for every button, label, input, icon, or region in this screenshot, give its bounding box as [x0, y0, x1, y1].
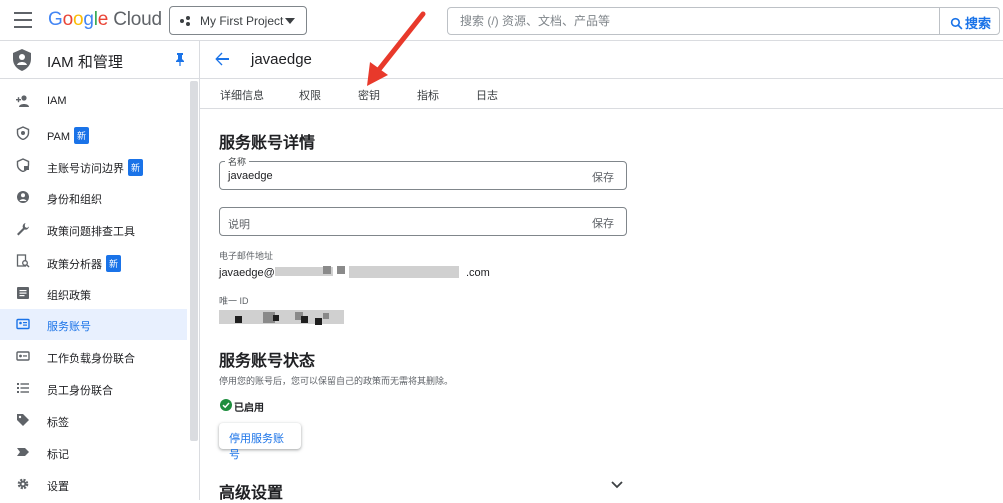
sidebar-item-label: PAM 新: [47, 127, 90, 144]
page-header: javaedge: [200, 41, 1003, 79]
section-title-details: 服务账号详情: [219, 135, 316, 152]
sidebar-item-settings[interactable]: 设置: [0, 469, 187, 500]
back-arrow-icon[interactable]: [214, 51, 230, 67]
page-title: javaedge: [251, 51, 312, 68]
sidebar-item-label: 标签: [47, 417, 69, 429]
sidebar-item-workforce-identity[interactable]: 员工身份联合: [0, 373, 187, 404]
sidebar-scrollbar[interactable]: [190, 81, 198, 441]
wrench-icon: [17, 223, 29, 236]
service-account-icon: [16, 318, 30, 330]
name-field-label: 名称: [225, 155, 250, 168]
sidebar-item-identity-org[interactable]: 身份和组织: [0, 182, 187, 213]
dropdown-caret-icon: [285, 18, 295, 24]
new-badge: 新: [128, 159, 144, 176]
email-label: 电子邮件地址: [219, 251, 274, 261]
shield-icon: [16, 126, 30, 140]
label-icon: [17, 448, 29, 456]
sidebar-item-label: 工作负载身份联合: [47, 353, 135, 365]
sidebar-item-label: 政策分析器新: [47, 255, 122, 272]
unique-id-label: 唯一 ID: [219, 296, 249, 306]
sidebar-item-label: 设置: [47, 481, 69, 493]
sidebar-item-label: 主账号访问边界新: [47, 159, 144, 176]
document-search-icon: [16, 254, 30, 268]
tab-logs[interactable]: 日志: [476, 87, 498, 103]
project-name: My First Project: [200, 14, 284, 28]
sidebar-item-policy-troubleshooter[interactable]: 政策问题排查工具: [0, 214, 187, 245]
sidebar-item-label: 政策问题排查工具: [47, 226, 135, 238]
save-name-button[interactable]: 保存: [592, 169, 614, 185]
search-box: 搜索: [447, 7, 1000, 35]
tab-bar: 详细信息 权限 密钥 指标 日志: [200, 79, 1003, 109]
description-placeholder: 说明: [228, 219, 250, 231]
save-description-button[interactable]: 保存: [592, 215, 614, 231]
new-badge: 新: [106, 255, 122, 272]
sidebar-item-label: 服务账号: [47, 321, 91, 333]
sidebar-item-service-accounts[interactable]: 服务账号: [0, 309, 187, 340]
sidebar-item-workload-identity[interactable]: 工作负载身份联合: [0, 341, 187, 372]
sidebar-item-pam[interactable]: PAM 新: [0, 118, 187, 149]
sidebar-item-label: 标记: [47, 449, 69, 461]
tab-details[interactable]: 详细信息: [220, 87, 264, 103]
google-cloud-logo[interactable]: Google Cloud: [48, 9, 162, 31]
status-description: 停用您的账号后，您可以保留自己的政策而无需将其删除。: [219, 376, 454, 386]
tab-permissions[interactable]: 权限: [299, 87, 321, 103]
main-content: 服务账号详情 名称 javaedge 保存 说明 保存 电子邮件地址 javae…: [219, 109, 979, 502]
search-input[interactable]: [460, 13, 930, 29]
gear-icon: [17, 478, 29, 490]
sidebar-item-label: IAM: [47, 95, 67, 107]
description-field[interactable]: 说明 保存: [219, 207, 627, 236]
sidebar-item-labels[interactable]: 标记: [0, 437, 187, 468]
sidebar-item-principal-access-boundary[interactable]: 主账号访问边界新: [0, 150, 187, 181]
top-bar: Google Cloud My First Project 搜索: [0, 0, 1003, 41]
sidebar: IAM 和管理 IAM PAM 新 主账号访问边界新 身份和组织 政策问题排查工具…: [0, 41, 200, 500]
sidebar-item-label: 组织政策: [47, 290, 91, 302]
email-suffix: .com: [466, 267, 490, 279]
project-selector[interactable]: My First Project: [169, 6, 307, 35]
disable-service-account-button[interactable]: 停用服务账号: [219, 423, 301, 461]
person-add-icon: [16, 95, 29, 107]
sidebar-item-policy-analyzer[interactable]: 政策分析器新: [0, 246, 187, 277]
sidebar-item-label: 身份和组织: [47, 194, 102, 206]
search-icon: [950, 17, 963, 30]
shield-lock-icon: [16, 158, 30, 172]
list-icon: [17, 383, 29, 393]
iam-shield-icon: [13, 49, 31, 71]
sidebar-item-iam[interactable]: IAM: [0, 86, 187, 117]
sidebar-item-tags[interactable]: 标签: [0, 405, 187, 436]
name-field-value: javaedge: [228, 170, 273, 182]
search-button[interactable]: 搜索: [939, 8, 999, 34]
section-title-status: 服务账号状态: [219, 353, 316, 370]
section-title-advanced: 高级设置: [219, 485, 284, 502]
status-badge: 已启用: [234, 403, 264, 414]
check-circle-icon: [220, 399, 232, 411]
sidebar-header: IAM 和管理: [0, 41, 200, 79]
sidebar-item-org-policies[interactable]: 组织政策: [0, 278, 187, 309]
chevron-down-icon[interactable]: [611, 481, 623, 489]
project-icon: [180, 16, 192, 26]
menu-icon[interactable]: [14, 12, 32, 28]
annotation-arrow-icon: [367, 11, 426, 86]
search-button-label: 搜索: [965, 16, 992, 31]
pin-icon[interactable]: [175, 53, 185, 66]
sidebar-title: IAM 和管理: [47, 54, 123, 71]
account-circle-icon: [17, 191, 29, 203]
name-field[interactable]: 名称 javaedge 保存: [219, 155, 627, 190]
list-box-icon: [17, 287, 29, 299]
tag-icon: [17, 414, 29, 426]
email-prefix: javaedge@: [219, 267, 275, 279]
sidebar-item-label: 员工身份联合: [47, 385, 113, 397]
id-card-icon: [16, 351, 30, 361]
new-badge: 新: [74, 127, 90, 144]
